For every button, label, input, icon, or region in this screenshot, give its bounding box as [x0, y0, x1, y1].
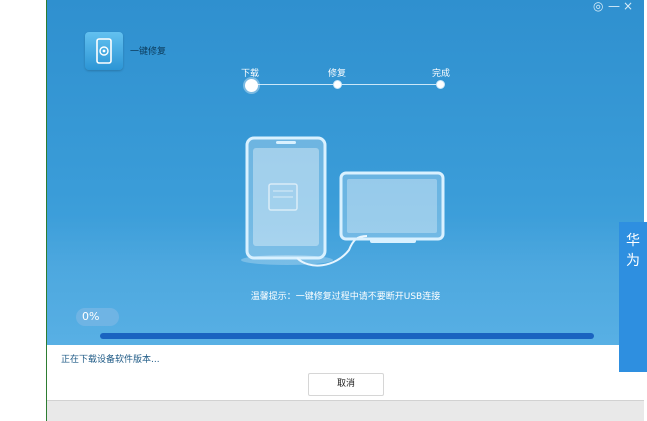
- progress-bar: [100, 333, 594, 339]
- usb-tip: 温馨提示：一键修复过程中请不要断开USB连接: [250, 292, 441, 302]
- status-text: 正在下载设备软件版本...: [61, 355, 160, 365]
- step-label-done: 完成: [432, 69, 451, 79]
- phone-to-computer-icon: [241, 136, 445, 267]
- step-label-repair: 修复: [328, 69, 347, 79]
- app-title: 一键修复: [130, 47, 167, 57]
- huawei-repair-window: ◎ — × 一键修复 下载 修复 完成 温馨提示：一键修复过程中请不要断开USB…: [47, 0, 644, 421]
- step-dot-download: [245, 79, 258, 92]
- minimize-icon[interactable]: —: [608, 0, 620, 12]
- step-dot-done: [436, 80, 445, 89]
- settings-icon[interactable]: ◎: [593, 0, 603, 12]
- side-panel-text: 华为: [626, 233, 640, 269]
- bottom-bar: [47, 400, 644, 421]
- phone-gear-icon: [85, 32, 123, 70]
- left-blank-area: [0, 0, 47, 421]
- step-line: [250, 84, 442, 85]
- step-label-download: 下载: [241, 69, 260, 79]
- progress-percent-badge: 0%: [76, 308, 119, 326]
- close-icon[interactable]: ×: [623, 0, 633, 12]
- step-dot-repair: [333, 80, 342, 89]
- cancel-button[interactable]: 取消: [308, 373, 384, 396]
